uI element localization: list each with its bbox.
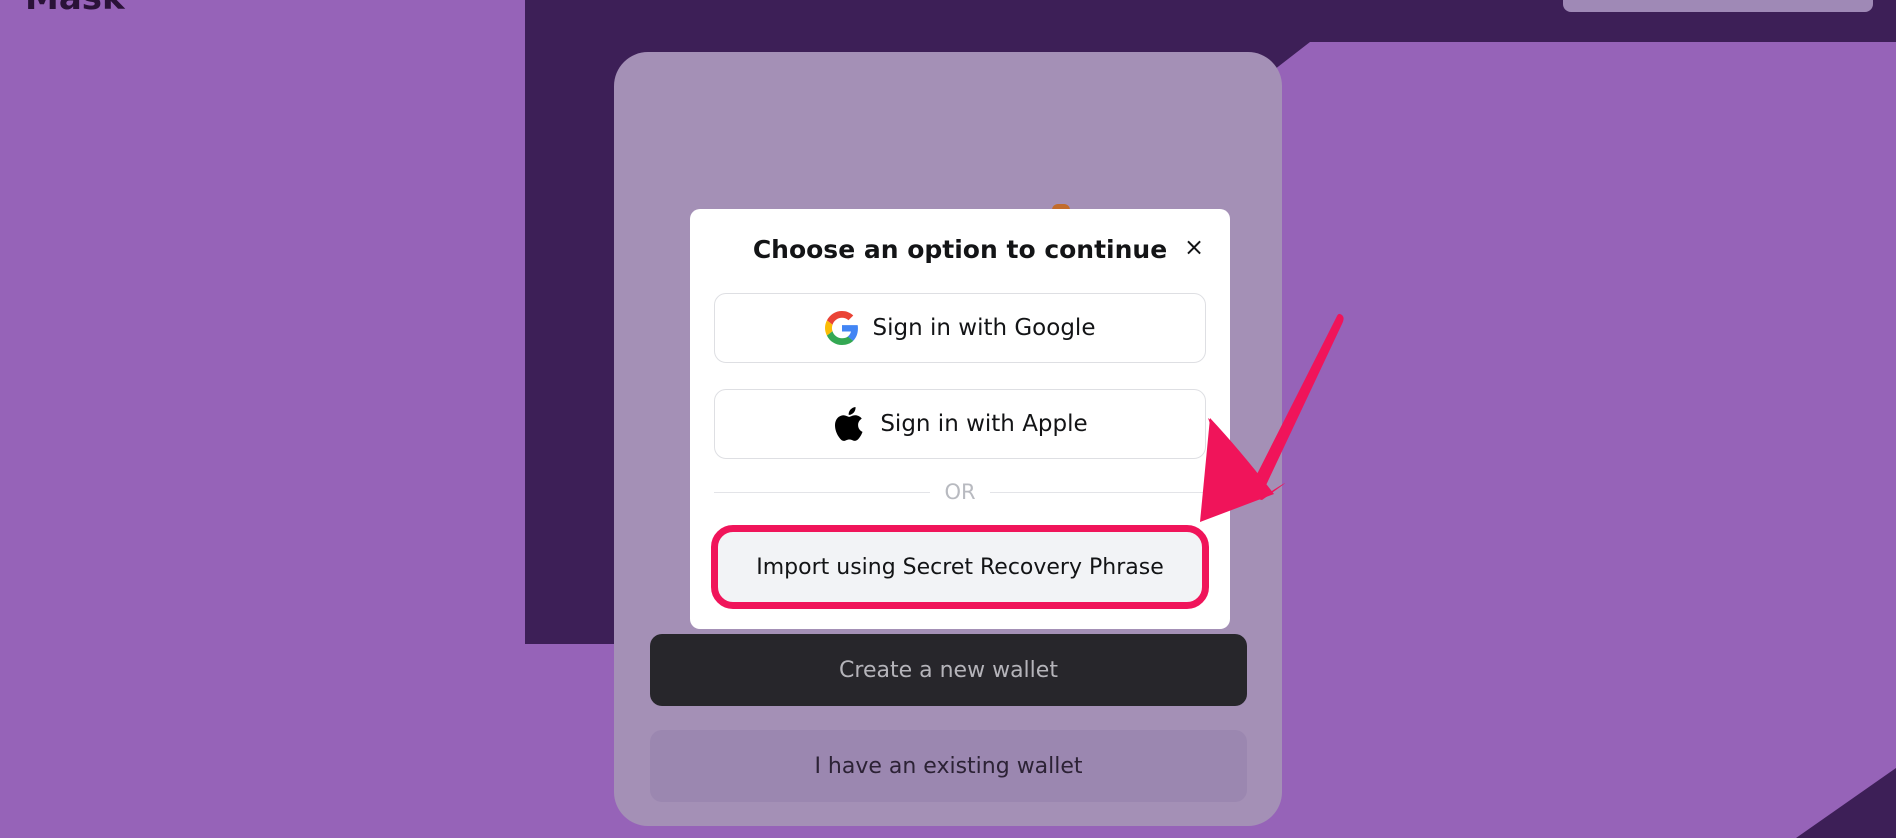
close-icon[interactable]: ×: [1178, 231, 1210, 263]
divider-label: OR: [944, 480, 976, 504]
import-srp-button[interactable]: Import using Secret Recovery Phrase: [714, 529, 1206, 605]
apple-button-label: Sign in with Apple: [880, 411, 1088, 437]
sign-in-apple-button[interactable]: Sign in with Apple: [714, 389, 1206, 459]
divider-line-left: [714, 491, 931, 493]
divider-line-right: [989, 491, 1206, 493]
sign-in-google-button[interactable]: Sign in with Google: [714, 293, 1206, 363]
apple-icon: [832, 407, 866, 441]
choose-option-modal: Choose an option to continue × Sign in w…: [690, 209, 1230, 629]
app-logo: Mask: [25, 0, 125, 18]
create-wallet-button[interactable]: Create a new wallet: [650, 634, 1247, 706]
google-button-label: Sign in with Google: [872, 315, 1096, 341]
background-corner: [1796, 768, 1896, 838]
top-right-button[interactable]: [1563, 0, 1873, 12]
google-icon: [824, 311, 859, 345]
or-divider: OR: [714, 477, 1206, 507]
existing-wallet-button[interactable]: I have an existing wallet: [650, 730, 1247, 802]
modal-title: Choose an option to continue: [752, 235, 1168, 264]
